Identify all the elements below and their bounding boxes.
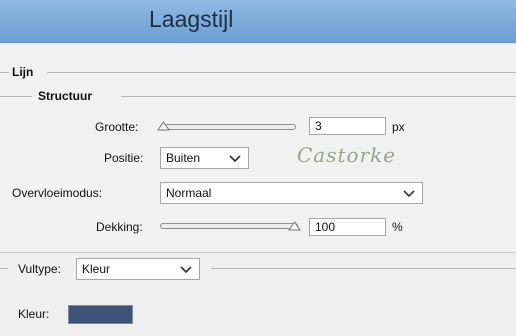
position-label: Positie: [104, 151, 144, 165]
subsection-divider-right [121, 96, 516, 97]
panel-top-border [0, 252, 516, 253]
fill-divider-right [211, 268, 516, 269]
fill-type-value: Kleur [82, 262, 111, 276]
fill-type-label: Vultype: [18, 262, 61, 276]
chevron-down-icon [403, 190, 415, 198]
opacity-input[interactable]: 100 [309, 218, 386, 236]
fill-type-select[interactable]: Kleur [76, 258, 200, 280]
blend-mode-value: Normaal [166, 186, 212, 200]
opacity-slider-thumb[interactable] [288, 221, 301, 231]
size-slider-thumb[interactable] [157, 121, 170, 131]
position-value: Buiten [166, 151, 201, 165]
watermark: Castorke [297, 143, 397, 167]
opacity-slider-track[interactable] [160, 223, 298, 229]
blend-mode-select[interactable]: Normaal [160, 182, 423, 204]
opacity-unit: % [392, 220, 403, 234]
opacity-label: Dekking: [96, 220, 143, 234]
dialog-title-bar: Laagstijl [0, 0, 516, 43]
fill-divider-left [0, 268, 8, 269]
section-title-lijn: Lijn [12, 65, 34, 79]
color-label: Kleur: [18, 307, 50, 321]
chevron-down-icon [229, 155, 241, 163]
position-select[interactable]: Buiten [160, 147, 249, 169]
section-divider-right [47, 72, 516, 73]
size-slider-track[interactable] [160, 124, 296, 130]
blend-mode-label: Overvloeimodus: [12, 186, 103, 200]
subsection-title-structuur: Structuur [38, 89, 92, 103]
size-input[interactable]: 3 [309, 117, 386, 135]
dialog-title: Laagstijl [149, 6, 234, 32]
chevron-down-icon [180, 266, 192, 274]
size-label: Grootte: [95, 120, 139, 134]
subsection-divider-left [0, 96, 32, 97]
section-divider-left [0, 72, 9, 73]
color-swatch[interactable] [68, 305, 133, 324]
size-unit: px [392, 120, 405, 134]
